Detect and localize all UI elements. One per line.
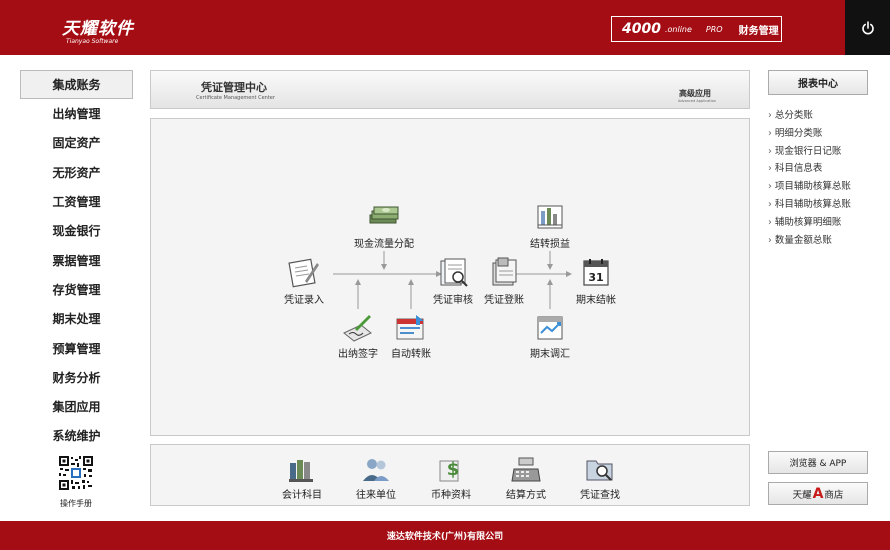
tool-account-subjects-label: 会计科目 bbox=[282, 490, 322, 501]
report-link[interactable]: 明细分类账 bbox=[768, 125, 851, 143]
nav-item-inventory[interactable]: 存货管理 bbox=[20, 275, 133, 304]
advanced-link-en: Advanced Application bbox=[678, 99, 716, 103]
folder-search-icon bbox=[586, 460, 613, 481]
voucher-post-icon bbox=[492, 257, 517, 286]
nav-item-budget[interactable]: 预算管理 bbox=[20, 333, 133, 362]
tool-partners[interactable]: 往来单位 bbox=[341, 455, 411, 501]
tool-account-subjects[interactable]: 会计科目 bbox=[267, 455, 337, 501]
nav-item-cash-bank[interactable]: 现金银行 bbox=[20, 216, 133, 245]
flow-period-adjust-label: 期末调汇 bbox=[530, 349, 570, 360]
footer: 速达软件技术(广州)有限公司 bbox=[0, 521, 890, 550]
flow-voucher-entry[interactable]: 凭证录入 bbox=[264, 257, 344, 306]
nav-item-ledger[interactable]: 集成账务 bbox=[20, 70, 133, 99]
period-adjust-icon bbox=[537, 316, 563, 340]
title-bar: 凭证管理中心 Certificate Management Center 高级应… bbox=[150, 70, 750, 109]
nav-item-cashier[interactable]: 出纳管理 bbox=[20, 99, 133, 128]
currency-icon: $ bbox=[439, 459, 460, 482]
store-logo-letter: A bbox=[812, 485, 824, 502]
browser-app-button[interactable]: 浏览器 & APP bbox=[768, 451, 868, 474]
logo: 天耀软件 Tianyao Software bbox=[62, 14, 134, 45]
store-prefix: 天耀 bbox=[792, 489, 812, 501]
report-link[interactable]: 总分类账 bbox=[768, 107, 851, 125]
app-store-button[interactable]: 天耀 A 商店 bbox=[768, 482, 868, 505]
tool-currency[interactable]: $ 币种资料 bbox=[416, 455, 486, 501]
power-icon bbox=[861, 20, 874, 34]
signature-pen-icon bbox=[343, 315, 372, 342]
svg-text:$: $ bbox=[447, 459, 460, 480]
flow-carry-forward-label: 结转损益 bbox=[530, 239, 570, 250]
calendar-icon: 31 bbox=[583, 259, 609, 286]
left-nav: 集成账务 出纳管理 固定资产 无形资产 工资管理 现金银行 票据管理 存货管理 … bbox=[20, 70, 133, 451]
tools-bar: 会计科目 往来单位 $ 币种资料 结算方式 凭证查找 bbox=[150, 444, 750, 506]
product-edition: PRO bbox=[705, 24, 723, 34]
flow-voucher-post[interactable]: 凭证登账 bbox=[464, 257, 544, 306]
flow-period-adjust[interactable]: 期末调汇 bbox=[510, 311, 590, 360]
nav-item-payroll[interactable]: 工资管理 bbox=[20, 187, 133, 216]
nav-item-notes[interactable]: 票据管理 bbox=[20, 245, 133, 274]
tool-voucher-search-label: 凭证查找 bbox=[580, 490, 620, 501]
money-stack-icon bbox=[369, 206, 399, 224]
product-title: 财务管理 bbox=[738, 25, 779, 37]
flow-period-close[interactable]: 31 期末结帐 bbox=[556, 257, 636, 306]
flow-voucher-post-label: 凭证登账 bbox=[484, 295, 524, 306]
tool-currency-label: 币种资料 bbox=[431, 490, 471, 501]
page-title-en: Certificate Management Center bbox=[196, 95, 275, 101]
advanced-link[interactable]: 高级应用 bbox=[679, 88, 711, 99]
report-list: 总分类账 明细分类账 现金银行日记账 科目信息表 项目辅助核算总账 科目辅助核算… bbox=[768, 107, 851, 249]
nav-item-fixed-assets[interactable]: 固定资产 bbox=[20, 128, 133, 157]
report-link[interactable]: 数量金额总账 bbox=[768, 232, 851, 250]
report-link[interactable]: 现金银行日记账 bbox=[768, 143, 851, 161]
flow-carry-forward[interactable]: 结转损益 bbox=[510, 201, 590, 250]
manual-label[interactable]: 操作手册 bbox=[36, 498, 116, 509]
voucher-entry-icon bbox=[288, 258, 319, 288]
report-link[interactable]: 科目信息表 bbox=[768, 160, 851, 178]
nav-item-system[interactable]: 系统维护 bbox=[20, 421, 133, 450]
report-link[interactable]: 科目辅助核算总账 bbox=[768, 196, 851, 214]
tool-partners-label: 往来单位 bbox=[356, 490, 396, 501]
company-name: 速达软件技术(广州)有限公司 bbox=[386, 532, 504, 542]
flow-voucher-entry-label: 凭证录入 bbox=[284, 295, 324, 306]
power-button[interactable] bbox=[845, 0, 890, 55]
carry-forward-icon bbox=[537, 205, 563, 229]
report-link[interactable]: 项目辅助核算总账 bbox=[768, 178, 851, 196]
tool-settlement[interactable]: 结算方式 bbox=[491, 455, 561, 501]
cash-register-icon bbox=[511, 457, 541, 482]
app-header: 天耀软件 Tianyao Software 4000 .online PRO 财… bbox=[0, 0, 890, 55]
qr-code-icon[interactable] bbox=[58, 455, 94, 491]
flow-period-close-label: 期末结帐 bbox=[576, 295, 616, 306]
flow-panel: 凭证录入 现金流量分配 出纳签字 自动转账 凭证审核 凭证登账 结转损益 期末调… bbox=[150, 118, 750, 436]
binder-icon bbox=[289, 460, 313, 482]
nav-item-analysis[interactable]: 财务分析 bbox=[20, 363, 133, 392]
logo-text: 天耀软件 bbox=[62, 19, 134, 39]
flow-auto-transfer[interactable]: 自动转账 bbox=[371, 311, 451, 360]
product-badge: 4000 .online PRO 财务管理 bbox=[611, 16, 782, 42]
logo-subtext: Tianyao Software bbox=[66, 38, 119, 45]
flow-cash-flow-label: 现金流量分配 bbox=[354, 239, 414, 250]
report-link[interactable]: 辅助核算明细账 bbox=[768, 214, 851, 232]
auto-transfer-icon bbox=[396, 315, 424, 340]
nav-item-period-end[interactable]: 期末处理 bbox=[20, 304, 133, 333]
product-version: 4000 bbox=[622, 21, 661, 37]
nav-item-group[interactable]: 集团应用 bbox=[20, 392, 133, 421]
calendar-day: 31 bbox=[588, 271, 603, 284]
store-suffix: 商店 bbox=[824, 489, 844, 501]
product-online: .online bbox=[664, 24, 692, 34]
tool-settlement-label: 结算方式 bbox=[506, 490, 546, 501]
flow-auto-transfer-label: 自动转账 bbox=[391, 349, 431, 360]
nav-item-intangible-assets[interactable]: 无形资产 bbox=[20, 158, 133, 187]
users-icon bbox=[363, 459, 389, 481]
page-title: 凭证管理中心 bbox=[201, 81, 267, 94]
flow-cash-flow[interactable]: 现金流量分配 bbox=[344, 201, 424, 250]
tool-voucher-search[interactable]: 凭证查找 bbox=[565, 455, 635, 501]
report-center-button[interactable]: 报表中心 bbox=[768, 70, 868, 95]
